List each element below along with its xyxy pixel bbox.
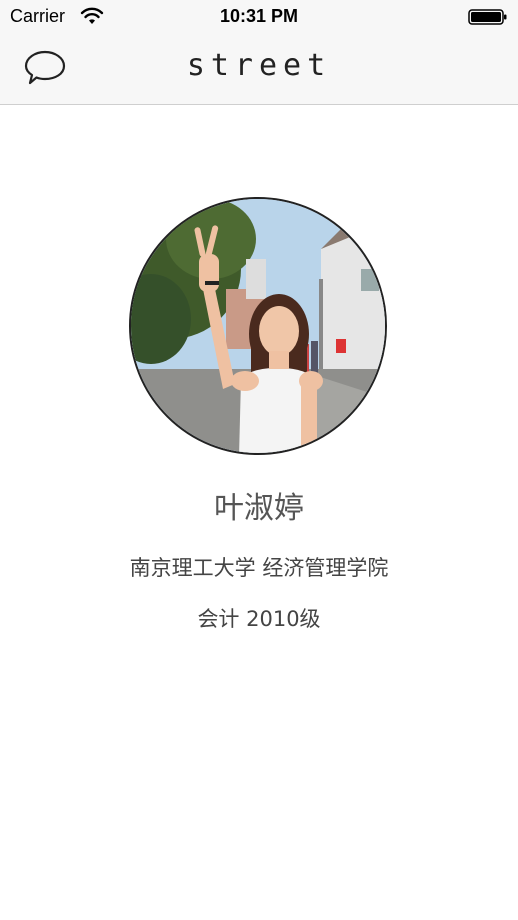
avatar[interactable] [129, 197, 387, 455]
profile-name: 叶淑婷 [214, 491, 304, 526]
nav-title: street [186, 48, 332, 83]
battery-full-icon [468, 8, 508, 26]
status-time: 10:31 PM [219, 6, 299, 26]
profile-major: 会计 2010级 [197, 607, 321, 631]
navigation-bar: street [0, 34, 518, 105]
profile-photo [131, 199, 385, 453]
profile-content: 叶淑婷 南京理工大学 经济管理学院 会计 2010级 [0, 105, 518, 920]
status-bar: Carrier 10:31 PM [0, 0, 518, 34]
profile-school: 南京理工大学 经济管理学院 [129, 556, 389, 580]
